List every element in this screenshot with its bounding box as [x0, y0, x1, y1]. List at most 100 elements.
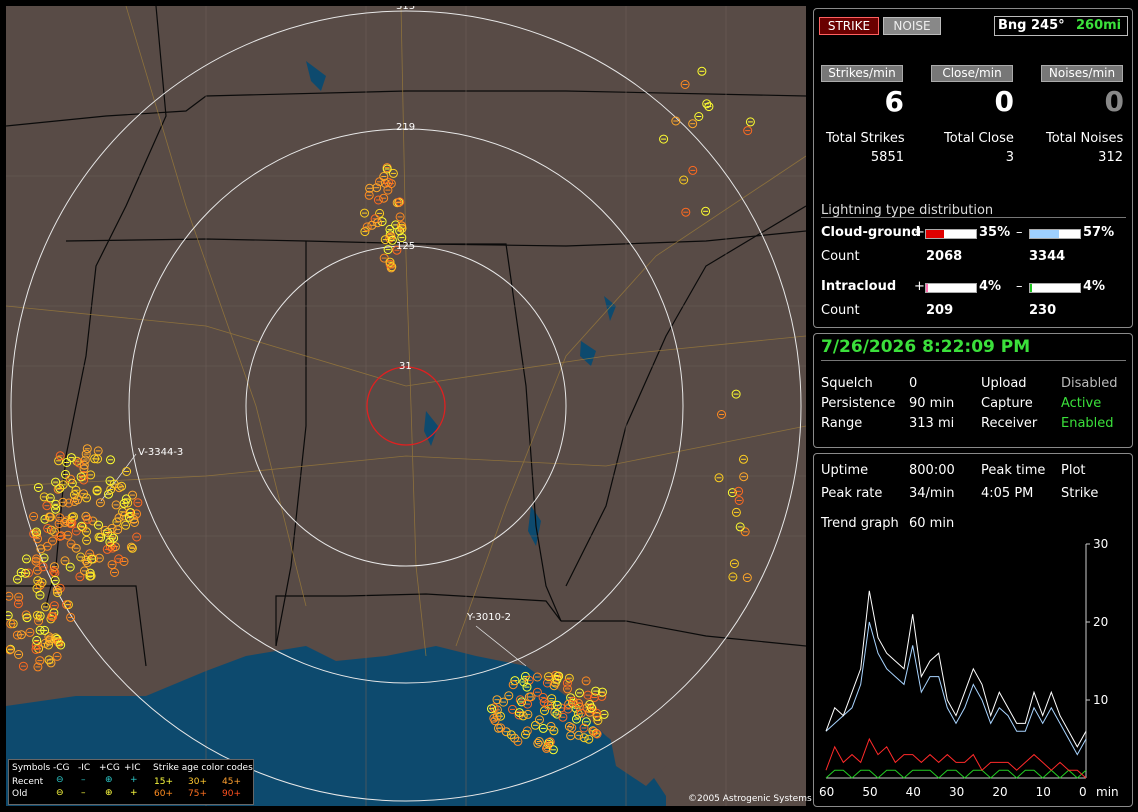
trend-x-unit-label: min [1096, 785, 1119, 799]
close-per-min-button[interactable]: Close/min [931, 65, 1013, 82]
bearing-value: Bng 245° [998, 18, 1065, 33]
bearing-display: Bng 245° 260mi [994, 16, 1128, 36]
range-value: 313 mi [909, 416, 955, 431]
strike-marker-y-label: Y-3010-2 [467, 612, 511, 623]
minus-ic-old-icon: – [81, 788, 86, 798]
legend-col-ncg: -CG [53, 763, 70, 773]
legend-age-label: Strike age color codes [153, 763, 253, 773]
total-noises-label: Total Noises [1046, 131, 1124, 146]
plot-label: Plot [1061, 463, 1086, 478]
legend-col-pic: +IC [124, 763, 141, 773]
strikes-per-min-value: 6 [884, 85, 904, 118]
plus-cg-old-icon: ⊕ [105, 788, 113, 798]
trend-x-tick-label: 0 [1079, 785, 1087, 799]
age-45-label: 45+ [222, 777, 241, 787]
uptime-value: 800:00 [909, 463, 955, 478]
ic-positive-count: 209 [926, 303, 954, 318]
ring-label-313: 313 [396, 6, 416, 12]
ic-count-label: Count [821, 303, 860, 318]
trend-x-tick-label: 30 [949, 785, 964, 799]
trend-panel: Uptime 800:00 Peak time Plot Peak rate 3… [813, 453, 1133, 807]
distance-value: 260mi [1076, 18, 1122, 33]
cg-count-label: Count [821, 249, 860, 264]
legend-recent-label: Recent [12, 777, 44, 787]
ring-label-219: 219 [396, 122, 416, 133]
ic-positive-percent: 4% [979, 279, 1002, 294]
strikes-per-min-button[interactable]: Strikes/min [821, 65, 903, 82]
trend-y-tick-label: 10 [1093, 693, 1108, 707]
receiver-label: Receiver [981, 416, 1038, 431]
plot-value[interactable]: Strike [1061, 486, 1098, 501]
minus-cg-old-icon: ⊖ [56, 788, 64, 798]
trend-x-tick-label: 50 [862, 785, 877, 799]
total-close-label: Total Close [944, 131, 1014, 146]
plus-cg-recent-icon: ⊕ [105, 775, 113, 785]
ic-minus-sign: – [1016, 279, 1023, 294]
noises-per-min-button[interactable]: Noises/min [1041, 65, 1123, 82]
persistence-value: 90 min [909, 396, 955, 411]
symbol-legend: Symbols -CG -IC +CG +IC Strike age color… [8, 759, 254, 805]
upload-value: Disabled [1061, 376, 1118, 391]
ic-negative-percent: 4% [1083, 279, 1106, 294]
strike-button[interactable]: STRIKE [819, 17, 879, 35]
age-15-label: 15+ [154, 777, 173, 787]
strike-marker-v-label: V-3344-3 [138, 447, 184, 458]
age-30-label: 30+ [188, 777, 207, 787]
age-75-label: 75+ [188, 789, 207, 799]
cg-positive-count: 2068 [926, 249, 963, 264]
plus-ic-old-icon: + [130, 788, 138, 798]
strike-symbols [6, 66, 755, 755]
legend-old-label: Old [12, 789, 28, 799]
peak-rate-label: Peak rate [821, 486, 883, 501]
strike-counts-panel: STRIKE NOISE Bng 245° 260mi Strikes/min … [813, 8, 1133, 328]
ic-negative-bar [1029, 283, 1081, 293]
trend-x-tick-label: 10 [1036, 785, 1051, 799]
legend-symbols-label: Symbols [12, 763, 51, 773]
ic-negative-count: 230 [1029, 303, 1057, 318]
trend-series-line [825, 769, 1087, 779]
cg-negative-bar [1029, 229, 1081, 239]
squelch-value: 0 [909, 376, 918, 391]
trend-y-tick-label: 30 [1093, 537, 1108, 551]
trend-x-tick-label: 40 [906, 785, 921, 799]
trend-series-line [825, 621, 1087, 756]
upload-label: Upload [981, 376, 1027, 391]
current-datetime: 7/26/2026 8:22:09 PM [821, 337, 1031, 357]
ring-label-31: 31 [399, 361, 412, 372]
total-noises-value: 312 [1098, 150, 1123, 165]
peak-time-label: Peak time [981, 463, 1046, 478]
cloud-ground-label: Cloud-ground [821, 225, 921, 240]
close-range-ring [366, 366, 446, 446]
peak-time-value: 4:05 PM [981, 486, 1034, 501]
total-strikes-value: 5851 [870, 150, 904, 165]
cg-minus-sign: – [1016, 225, 1023, 240]
age-90-label: 90+ [222, 789, 241, 799]
range-label: Range [821, 416, 863, 431]
cg-negative-count: 3344 [1029, 249, 1066, 264]
receiver-value: Enabled [1061, 416, 1114, 431]
legend-col-pcg: +CG [99, 763, 120, 773]
ic-positive-bar [925, 283, 977, 293]
distribution-title: Lightning type distribution [821, 203, 994, 218]
uptime-label: Uptime [821, 463, 869, 478]
cg-positive-percent: 35% [979, 225, 1011, 240]
state-borders [6, 6, 806, 667]
cg-plus-sign: + [914, 225, 925, 240]
cg-negative-percent: 57% [1083, 225, 1115, 240]
total-strikes-label: Total Strikes [826, 131, 905, 146]
age-60-label: 60+ [154, 789, 173, 799]
lightning-map[interactable]: 313 219 125 31 V-3344-3 Y-3010-2 [6, 6, 806, 806]
status-panel: 7/26/2026 8:22:09 PM Squelch 0 Upload Di… [813, 333, 1133, 448]
capture-value: Active [1061, 396, 1102, 411]
persistence-label: Persistence [821, 396, 896, 411]
plus-ic-recent-icon: + [130, 775, 138, 785]
squelch-label: Squelch [821, 376, 873, 391]
noises-per-min-value: 0 [1104, 85, 1124, 118]
noise-button[interactable]: NOISE [883, 17, 941, 35]
trend-graph-value: 60 min [909, 516, 955, 531]
ring-label-125: 125 [396, 241, 416, 252]
capture-label: Capture [981, 396, 1033, 411]
trend-graph-label: Trend graph [821, 516, 899, 531]
trend-x-tick-label: 20 [992, 785, 1007, 799]
legend-col-nic: -IC [78, 763, 91, 773]
